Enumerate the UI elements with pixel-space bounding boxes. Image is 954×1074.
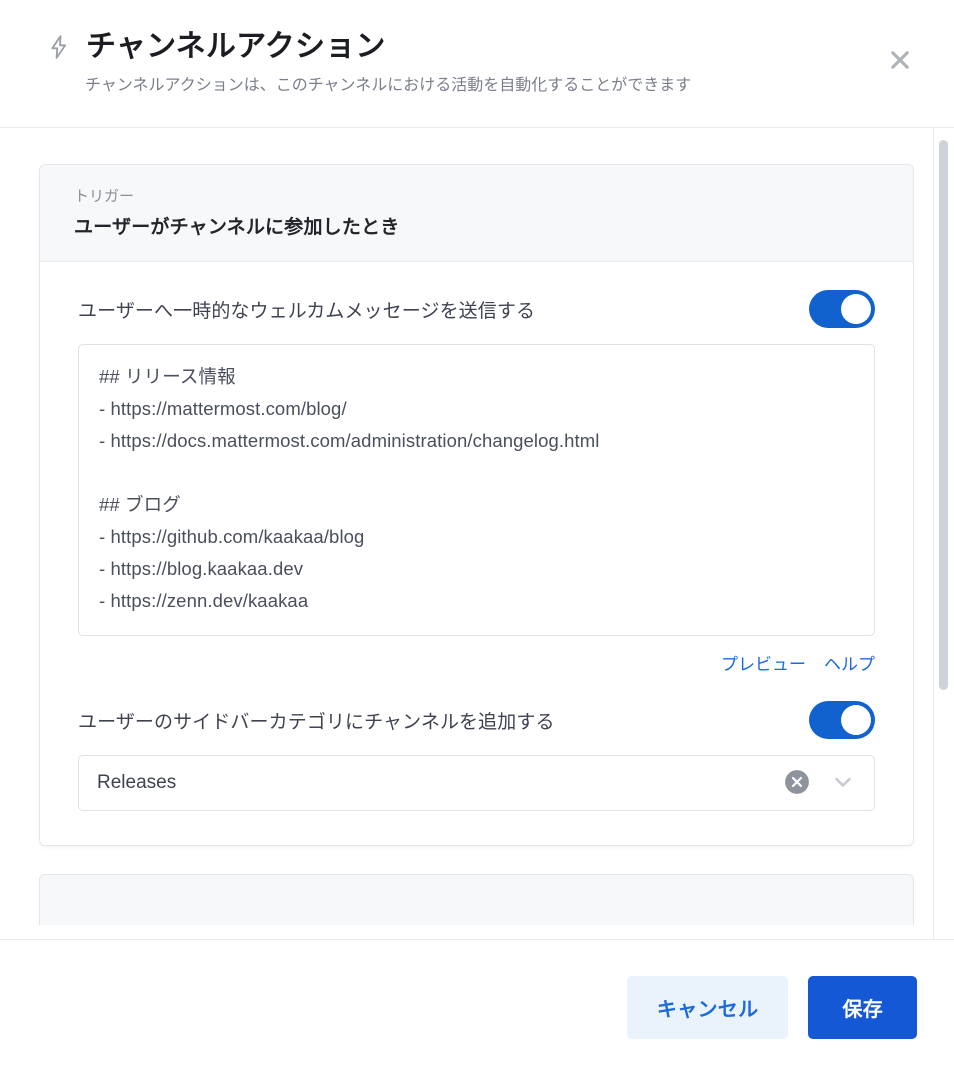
welcome-message-toggle-row: ユーザーへ一時的なウェルカムメッセージを送信する: [78, 290, 875, 328]
message-line: - https://docs.mattermost.com/administra…: [99, 430, 600, 451]
clear-circle-icon: [784, 769, 810, 798]
message-links-row: プレビュー ヘルプ: [78, 650, 875, 675]
message-line: - https://mattermost.com/blog/: [99, 398, 347, 419]
action-card-join-channel: トリガー ユーザーがチャンネルに参加したとき ユーザーへ一時的なウェルカムメッセ…: [39, 164, 914, 846]
welcome-message-label: ユーザーへ一時的なウェルカムメッセージを送信する: [78, 300, 536, 322]
welcome-message-toggle[interactable]: [809, 290, 875, 328]
message-line: ## ブログ: [99, 494, 181, 515]
sidebar-category-label: ユーザーのサイドバーカテゴリにチャンネルを追加する: [78, 711, 555, 733]
toggle-knob: [841, 294, 871, 324]
save-button[interactable]: 保存: [808, 975, 917, 1039]
scrollbar-thumb[interactable]: [939, 140, 948, 690]
help-link[interactable]: ヘルプ: [824, 650, 875, 675]
modal-header: チャンネルアクション チャンネルアクションは、このチャンネルにおける活動を自動化…: [0, 0, 954, 128]
close-button[interactable]: [878, 38, 922, 82]
action-card-next-peek[interactable]: [39, 874, 914, 925]
chevron-down-icon: [829, 768, 857, 799]
preview-link[interactable]: プレビュー: [721, 650, 806, 675]
message-line-blank: [99, 457, 854, 489]
action-card-body: ユーザーへ一時的なウェルカムメッセージを送信する ## リリース情報 - htt…: [40, 262, 913, 845]
modal-subtitle: チャンネルアクションは、このチャンネルにおける活動を自動化することができます: [85, 77, 692, 94]
trigger-value: ユーザーがチャンネルに参加したとき: [74, 217, 400, 238]
modal-title-row: チャンネルアクション: [40, 30, 914, 63]
page-title: チャンネルアクション: [86, 30, 386, 63]
welcome-message-textarea[interactable]: ## リリース情報 - https://mattermost.com/blog/…: [78, 344, 875, 636]
cancel-button[interactable]: キャンセル: [626, 975, 789, 1039]
clear-selection-button[interactable]: [782, 768, 812, 798]
scrollbar-track[interactable]: [934, 128, 954, 939]
message-line: - https://blog.kaakaa.dev: [99, 558, 304, 579]
sidebar-category-select[interactable]: Releases: [78, 755, 875, 811]
message-line: ## リリース情報: [99, 366, 236, 387]
modal-body: トリガー ユーザーがチャンネルに参加したとき ユーザーへ一時的なウェルカムメッセ…: [0, 128, 954, 939]
message-line: - https://github.com/kaakaa/blog: [99, 526, 365, 547]
open-dropdown-button[interactable]: [826, 766, 860, 800]
sidebar-category-toggle-row: ユーザーのサイドバーカテゴリにチャンネルを追加する: [78, 701, 875, 739]
trigger-header[interactable]: トリガー ユーザーがチャンネルに参加したとき: [40, 165, 913, 262]
close-icon: [885, 45, 915, 75]
toggle-knob: [841, 705, 871, 735]
sidebar-category-value: Releases: [97, 772, 177, 793]
trigger-label: トリガー: [74, 188, 135, 205]
lightning-bolt-icon: [46, 32, 72, 62]
message-line: - https://zenn.dev/kaakaa: [99, 590, 309, 611]
modal-footer: キャンセル 保存: [0, 939, 954, 1074]
sidebar-category-toggle[interactable]: [809, 701, 875, 739]
scroll-content: トリガー ユーザーがチャンネルに参加したとき ユーザーへ一時的なウェルカムメッセ…: [0, 128, 954, 939]
channel-actions-modal: チャンネルアクション チャンネルアクションは、このチャンネルにおける活動を自動化…: [0, 0, 954, 1074]
